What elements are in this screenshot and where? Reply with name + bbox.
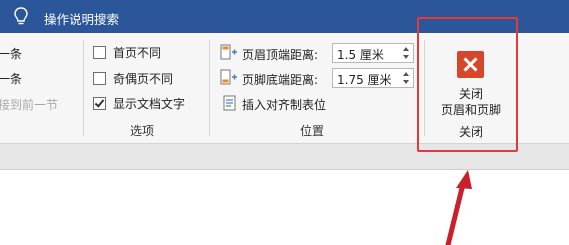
- show-document-text-checkbox[interactable]: [93, 97, 106, 110]
- footer-from-bottom-label: 页脚底端距离:: [242, 73, 319, 87]
- spin-up-icon[interactable]: [403, 47, 409, 51]
- alignment-tab-icon: [223, 95, 236, 111]
- spin-up-icon[interactable]: [403, 72, 409, 76]
- header-position-icon: [220, 44, 237, 60]
- checkmark-icon: [94, 97, 105, 108]
- different-odd-even-checkbox[interactable]: [93, 72, 106, 85]
- group-separator: [209, 40, 210, 136]
- position-group-label: 位置: [300, 124, 325, 138]
- different-first-page-checkbox[interactable]: [93, 46, 106, 59]
- footer-position-icon: [220, 69, 237, 85]
- link-to-previous-button[interactable]: 接到前一节: [0, 96, 58, 113]
- header-from-top-label: 页眉顶端距离:: [242, 48, 319, 62]
- next-button[interactable]: 一条: [0, 70, 22, 87]
- lightbulb-icon: [14, 7, 28, 25]
- options-group-label: 选项: [130, 124, 155, 138]
- spin-down-icon[interactable]: [403, 80, 409, 84]
- different-first-page-label: 首页不同: [113, 46, 162, 60]
- different-odd-even-label: 奇偶页不同: [113, 72, 174, 86]
- footer-from-bottom-value: 1.75 厘米: [337, 73, 392, 87]
- spin-down-icon[interactable]: [403, 55, 409, 59]
- tell-me-search[interactable]: 操作说明搜索: [44, 9, 119, 28]
- header-from-top-value: 1.5 厘米: [337, 48, 384, 62]
- close-button-line1[interactable]: 关闭: [450, 85, 492, 102]
- group-separator: [83, 40, 84, 136]
- annotation-arrow: [445, 170, 472, 245]
- close-group-label: 关闭: [458, 125, 483, 139]
- footer-from-bottom-spinner[interactable]: 1.75 厘米: [332, 68, 414, 88]
- close-icon[interactable]: [457, 51, 484, 78]
- show-document-text-label: 显示文档文字: [113, 97, 186, 111]
- header-from-top-spinner[interactable]: 1.5 厘米: [332, 43, 414, 63]
- close-button-line2[interactable]: 页眉和页脚: [434, 101, 508, 118]
- insert-alignment-tab-button[interactable]: 插入对齐制表位: [242, 96, 326, 113]
- previous-button[interactable]: 一条: [0, 45, 22, 62]
